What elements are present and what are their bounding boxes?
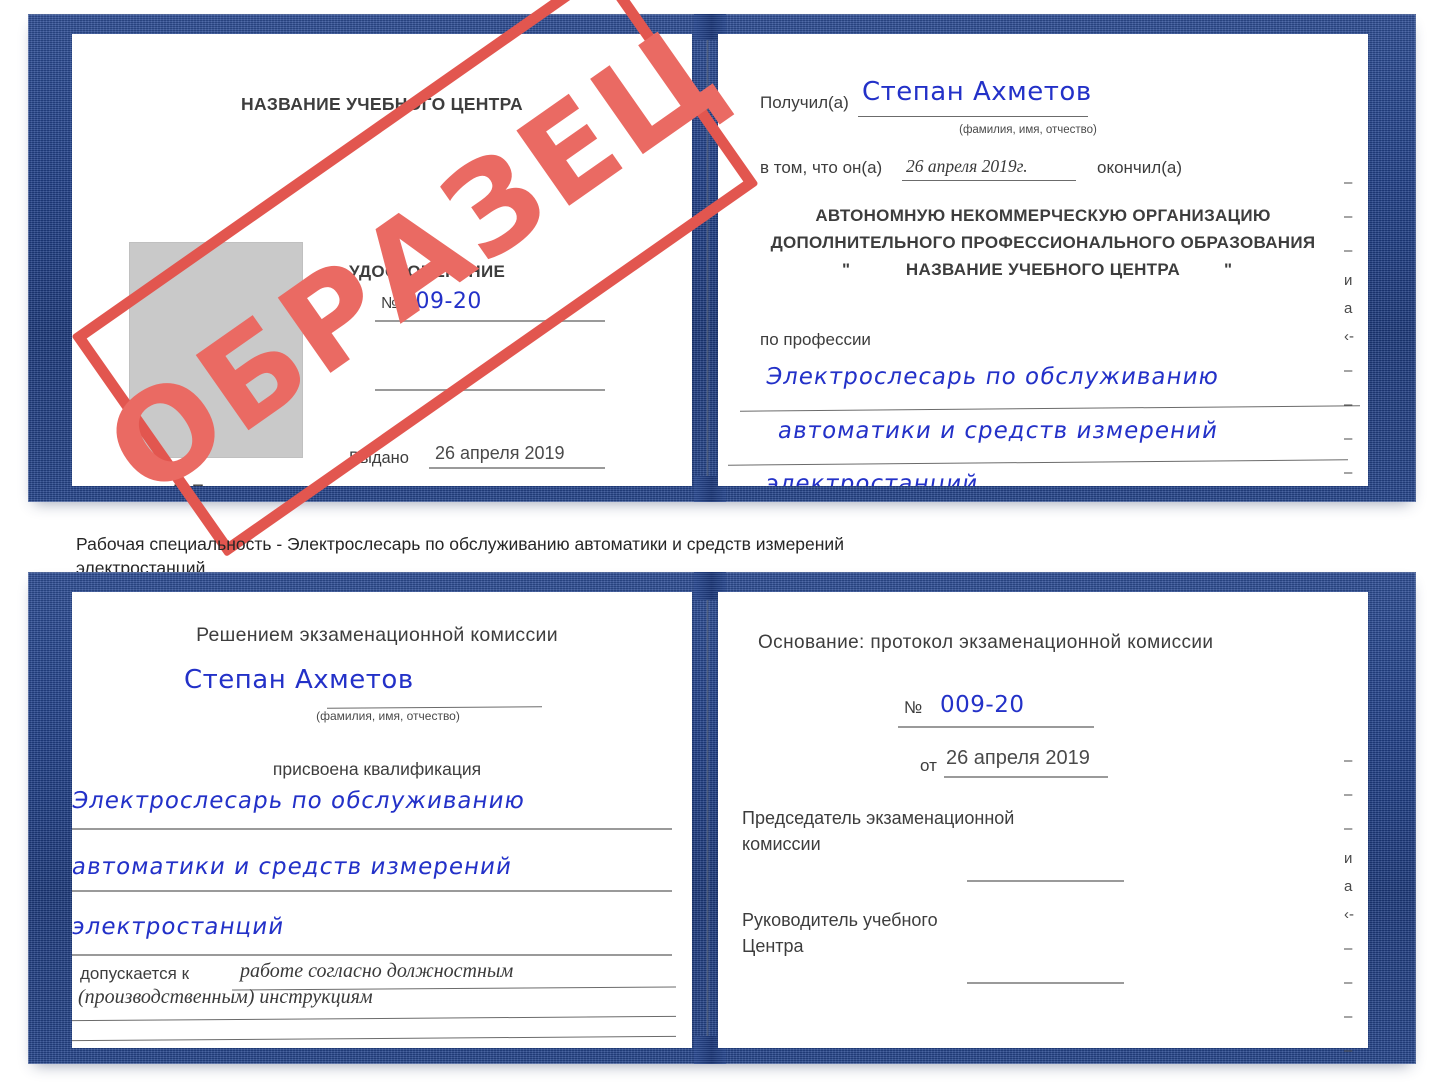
qualification-rule-3 bbox=[72, 954, 672, 956]
edge-glyph-b8: – bbox=[1344, 1008, 1353, 1025]
bottom-spine-line bbox=[706, 596, 709, 1048]
finished-label: окончил(а) bbox=[1097, 158, 1182, 177]
certificate-bottom: Решением экзаменационной комиссии Степан… bbox=[28, 572, 1416, 1064]
edge-glyph-3: и bbox=[1344, 272, 1353, 289]
edge-glyph-9: – bbox=[1344, 464, 1353, 481]
top-left-page: НАЗВАНИЕ УЧЕБНОГО ЦЕНТРА УДОСТОВЕРЕНИЕ №… bbox=[72, 34, 692, 486]
issued-label: Выдано bbox=[349, 449, 409, 467]
edge-glyph-5: ‹- bbox=[1344, 328, 1354, 345]
top-right-page: Получил(а) Степан Ахметов (фамилия, имя,… bbox=[718, 34, 1368, 486]
issued-rule bbox=[429, 467, 605, 469]
profession-label: по профессии bbox=[760, 330, 871, 349]
edge-glyph-7: – bbox=[1344, 396, 1353, 413]
seal-label: М.П. bbox=[173, 481, 209, 486]
edge-glyph-4: а bbox=[1344, 300, 1353, 317]
qualification-line-2: автоматики и средств измерений bbox=[72, 854, 515, 880]
edge-glyph-b5: ‹- bbox=[1344, 906, 1354, 923]
document-type-label: УДОСТОВЕРЕНИЕ bbox=[349, 262, 506, 281]
issued-value: 26 апреля 2019 bbox=[435, 443, 565, 463]
basis-label: Основание: протокол экзаменационной коми… bbox=[758, 632, 1214, 653]
protocol-date-rule bbox=[944, 776, 1108, 778]
edge-glyph-1: – bbox=[1344, 208, 1353, 225]
admitted-label: допускается к bbox=[80, 964, 190, 983]
org-name-line-2: ДОПОЛНИТЕЛЬНОГО ПРОФЕССИОНАЛЬНОГО ОБРАЗО… bbox=[770, 233, 1316, 252]
received-rule bbox=[858, 116, 1088, 117]
chairman-label-line-1: Председатель экзаменационной bbox=[742, 808, 1015, 828]
number-value: 009-20 bbox=[401, 289, 482, 314]
protocol-number-label: № bbox=[904, 698, 923, 717]
edge-glyph-b1: – bbox=[1344, 786, 1353, 803]
qualification-line-3: электростанций bbox=[72, 914, 287, 940]
chairman-signature-rule bbox=[967, 880, 1124, 882]
fio-hint: (фамилия, имя, отчество) bbox=[959, 124, 1097, 136]
protocol-number-rule bbox=[898, 726, 1094, 728]
org-name-line-1: АВТОНОМНУЮ НЕКОММЕРЧЕСКУЮ ОРГАНИЗАЦИЮ bbox=[815, 206, 1271, 225]
student-name-value: Степан Ахметов bbox=[184, 665, 414, 695]
in-that-value: 26 апреля 2019г. bbox=[906, 156, 1028, 176]
fio-hint-bottom: (фамилия, имя, отчество) bbox=[316, 709, 460, 723]
profession-rule-2 bbox=[728, 459, 1348, 466]
admitted-rule-3 bbox=[72, 1035, 676, 1042]
certificate-top: НАЗВАНИЕ УЧЕБНОГО ЦЕНТРА УДОСТОВЕРЕНИЕ №… bbox=[28, 14, 1416, 502]
edge-glyph-b3: и bbox=[1344, 850, 1353, 867]
number-rule bbox=[375, 320, 605, 322]
org-name-line-3: НАЗВАНИЕ УЧЕБНОГО ЦЕНТРА bbox=[905, 260, 1181, 279]
profession-value-line-2: автоматики и средств измерений bbox=[776, 418, 1221, 444]
head-label-line-1: Руководитель учебного bbox=[742, 910, 938, 930]
qualification-line-1: Электрослесарь по обслуживанию bbox=[72, 788, 528, 814]
edge-glyph-b7: – bbox=[1344, 974, 1353, 991]
profession-rule-1 bbox=[740, 405, 1360, 412]
qualification-rule-2 bbox=[72, 890, 672, 892]
edge-glyph-b4: а bbox=[1344, 878, 1353, 895]
number-label: № bbox=[381, 295, 399, 312]
in-that-rule bbox=[902, 180, 1076, 181]
head-signature-rule bbox=[967, 982, 1124, 984]
admitted-rule-2 bbox=[72, 1015, 676, 1022]
admitted-value-line-2: (производственным) инструкциям bbox=[78, 986, 373, 1008]
blank-rule-1 bbox=[375, 389, 605, 391]
bottom-right-page: Основание: протокол экзаменационной коми… bbox=[718, 592, 1368, 1048]
edge-glyph-b0: – bbox=[1344, 752, 1353, 769]
edge-glyph-b6: – bbox=[1344, 940, 1353, 957]
caption-line-1: Рабочая специальность - Электрослесарь п… bbox=[76, 534, 844, 554]
edge-glyph-0: – bbox=[1344, 174, 1353, 191]
decision-title: Решением экзаменационной комиссии bbox=[196, 624, 558, 646]
qualification-label: присвоена квалификация bbox=[272, 759, 482, 779]
edge-glyph-6: – bbox=[1344, 362, 1353, 379]
photo-placeholder bbox=[129, 242, 303, 458]
edge-glyph-b2: – bbox=[1344, 820, 1353, 837]
received-value: Степан Ахметов bbox=[862, 77, 1092, 107]
protocol-date-value: 26 апреля 2019 bbox=[946, 747, 1090, 769]
chairman-label-line-2: комиссии bbox=[742, 834, 821, 854]
org-name-quote-close: " bbox=[1224, 260, 1233, 279]
top-spine-line bbox=[706, 38, 709, 486]
in-that-label: в том, что он(а) bbox=[760, 158, 883, 177]
protocol-number-value: 009-20 bbox=[940, 692, 1025, 718]
protocol-date-label: от bbox=[920, 756, 937, 775]
profession-value-line-3: электростанций bbox=[764, 471, 981, 486]
bottom-left-page: Решением экзаменационной комиссии Степан… bbox=[72, 592, 692, 1048]
head-label-line-2: Центра bbox=[742, 936, 804, 956]
org-title-heading: НАЗВАНИЕ УЧЕБНОГО ЦЕНТРА bbox=[241, 94, 523, 114]
received-label: Получил(а) bbox=[760, 93, 849, 112]
edge-glyph-b9: – bbox=[1344, 1042, 1353, 1059]
qualification-rule-1 bbox=[72, 828, 672, 830]
profession-value-line-1: Электрослесарь по обслуживанию bbox=[764, 364, 1222, 390]
edge-glyph-2: – bbox=[1344, 242, 1353, 259]
admitted-value-line-1: работе согласно должностным bbox=[240, 960, 514, 982]
edge-glyph-8: – bbox=[1344, 430, 1353, 447]
